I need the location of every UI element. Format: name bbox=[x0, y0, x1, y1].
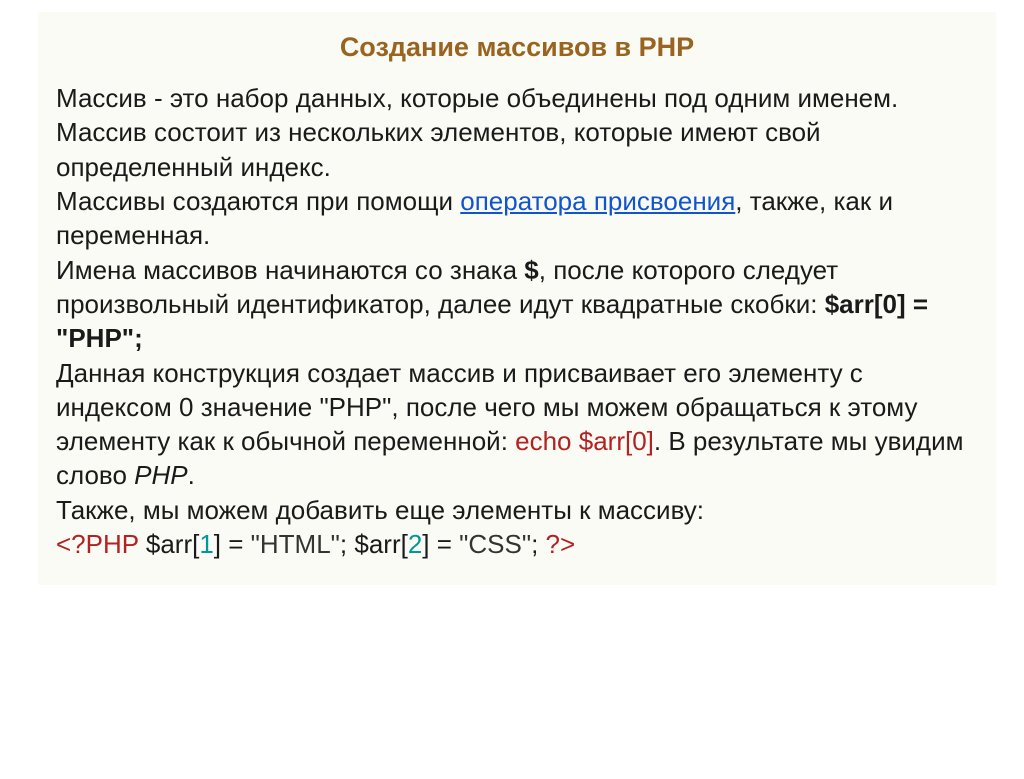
content-box: Создание массивов в PHP Массив - это наб… bbox=[38, 12, 996, 585]
code-literal-css: "CSS" bbox=[459, 529, 531, 559]
paragraph-definition: Массив - это набор данных, которые объед… bbox=[56, 81, 978, 184]
text-run: Имена массивов начинаются со знака bbox=[56, 255, 524, 285]
code-arr1-a: $arr[ bbox=[146, 529, 199, 559]
dollar-sign: $ bbox=[524, 255, 538, 285]
code-arr1-b: ] = bbox=[214, 529, 251, 559]
code-sep1: ; bbox=[340, 529, 354, 559]
text-run: Массивы создаются при помощи bbox=[56, 186, 460, 216]
code-arr2-b: ] = bbox=[422, 529, 459, 559]
code-echo: echo $arr[0] bbox=[515, 426, 654, 456]
php-open-tag: <?PHP bbox=[56, 529, 146, 559]
php-close-tag: ?> bbox=[546, 529, 576, 559]
paragraph-add: Также, мы можем добавить еще элементы к … bbox=[56, 493, 978, 527]
page-title: Создание массивов в PHP bbox=[56, 32, 978, 63]
code-line: <?PHP $arr[1] = "HTML"; $arr[2] = "CSS";… bbox=[56, 527, 978, 561]
paragraph-creation: Массивы создаются при помощи оператора п… bbox=[56, 184, 978, 253]
paragraph-naming: Имена массивов начинаются со знака $, по… bbox=[56, 253, 978, 356]
italic-php: PHP bbox=[134, 460, 187, 490]
code-index-1: 1 bbox=[199, 529, 213, 559]
text-run: Массив - это набор данных, которые объед… bbox=[56, 83, 898, 182]
body-text: Массив - это набор данных, которые объед… bbox=[56, 81, 978, 561]
paragraph-explain: Данная конструкция создает массив и прис… bbox=[56, 356, 978, 493]
text-run: . bbox=[188, 460, 195, 490]
code-sep2: ; bbox=[531, 529, 545, 559]
code-literal-html: "HTML" bbox=[251, 529, 340, 559]
code-arr2-a: $arr[ bbox=[354, 529, 407, 559]
document-page: Создание массивов в PHP Массив - это наб… bbox=[0, 12, 1024, 779]
assignment-operator-link[interactable]: оператора присвоения bbox=[460, 186, 735, 216]
code-index-2: 2 bbox=[408, 529, 422, 559]
text-run: Также, мы можем добавить еще элементы к … bbox=[56, 495, 704, 525]
